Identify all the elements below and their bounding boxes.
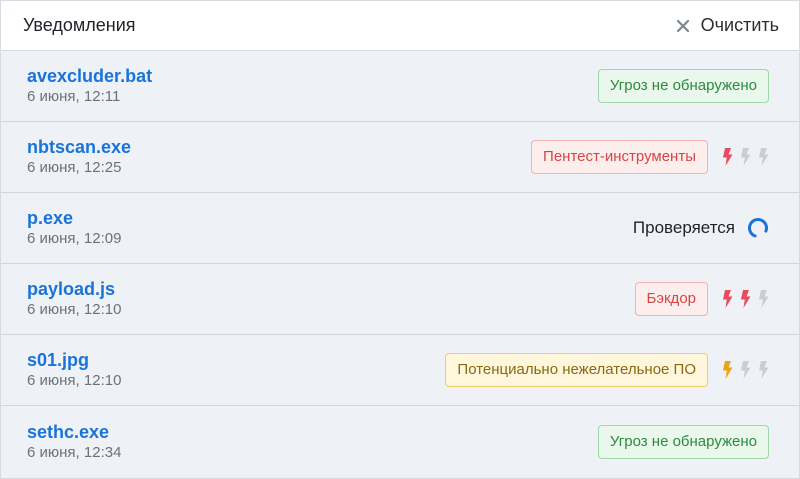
status-badge: Угроз не обнаружено — [597, 69, 769, 103]
notifications-panel: Уведомления Очистить avexcluder.bat 6 июн… — [0, 0, 800, 479]
file-name-link[interactable]: payload.js — [27, 278, 121, 300]
file-date: 6 июня, 12:10 — [27, 301, 122, 318]
file-name-link[interactable]: avexcluder.bat — [27, 65, 152, 87]
status-area: Бэкдор — [634, 282, 770, 316]
file-name-link[interactable]: s01.jpg — [27, 349, 121, 371]
file-info: p.exe 6 июня, 12:09 — [27, 207, 121, 249]
status-area: Пентест-инструменты — [531, 140, 769, 174]
clear-button-label: Очистить — [700, 15, 779, 35]
file-info: sethc.exe 6 июня, 12:34 — [27, 421, 121, 463]
file-date: 6 июня, 12:25 — [27, 159, 122, 176]
file-name-link[interactable]: p.exe — [27, 207, 121, 229]
status-area: Проверяется — [633, 217, 769, 239]
status-area: Угроз не обнаружено — [597, 424, 769, 459]
file-info: payload.js 6 июня, 12:10 — [27, 278, 121, 320]
status-badge: Потенциально нежелательное ПО — [445, 353, 708, 387]
severity-bolt-icon-inactive — [759, 361, 769, 379]
severity-bolt-icon-active — [741, 290, 751, 308]
severity-bolt-icon-inactive — [759, 290, 769, 308]
notification-list: avexcluder.bat 6 июня, 12:11 Угроз не обна… — [1, 51, 799, 477]
severity-bolt-icon-inactive — [741, 361, 751, 379]
panel-title: Уведомления — [23, 15, 136, 35]
notification-row: p.exe 6 июня, 12:09 Проверяется — [1, 193, 799, 264]
loading-spinner-icon — [748, 218, 768, 238]
notification-row: payload.js 6 июня, 12:10 Бэкдор — [1, 264, 799, 335]
file-info: s01.jpg 6 июня, 12:10 — [27, 349, 121, 391]
notification-row: avexcluder.bat 6 июня, 12:11 Угроз не обна… — [1, 51, 799, 122]
status-badge: Бэкдор — [634, 282, 708, 316]
checking-label: Проверяется — [632, 218, 735, 237]
file-name-link[interactable]: sethc.exe — [27, 421, 121, 443]
notification-row: s01.jpg 6 июня, 12:10 Потенциально нежелат… — [1, 335, 799, 406]
file-name-link[interactable]: nbtscan.exe — [27, 136, 131, 158]
severity-indicator — [722, 361, 769, 379]
file-date: 6 июня, 12:11 — [27, 88, 121, 105]
status-area: Угроз не обнаружено — [597, 69, 769, 103]
file-date: 6 июня, 12:34 — [27, 443, 122, 461]
notification-row: sethc.exe 6 июня, 12:34 Угроз не обнаружен… — [1, 406, 799, 477]
severity-bolt-icon-active — [723, 290, 733, 308]
panel-header: Уведомления Очистить — [1, 1, 799, 51]
status-badge: Пентест-инструменты — [531, 140, 708, 174]
severity-bolt-icon-inactive — [741, 148, 751, 166]
status-area: Потенциально нежелательное ПО — [445, 353, 769, 387]
severity-bolt-icon-active — [723, 148, 733, 166]
checking-status: Проверяется — [633, 217, 769, 239]
notification-row: nbtscan.exe 6 июня, 12:25 Пентест-инструме… — [1, 122, 799, 193]
severity-indicator — [722, 290, 769, 308]
clear-button[interactable]: Очистить — [675, 15, 779, 36]
severity-indicator — [722, 148, 769, 166]
status-badge: Угроз не обнаружено — [597, 424, 769, 459]
file-info: avexcluder.bat 6 июня, 12:11 — [27, 65, 152, 107]
close-icon — [676, 19, 689, 32]
severity-bolt-icon-active — [723, 361, 733, 379]
file-date: 6 июня, 12:09 — [27, 230, 122, 247]
severity-bolt-icon-inactive — [759, 148, 769, 166]
file-date: 6 июня, 12:10 — [27, 372, 122, 389]
file-info: nbtscan.exe 6 июня, 12:25 — [27, 136, 131, 178]
